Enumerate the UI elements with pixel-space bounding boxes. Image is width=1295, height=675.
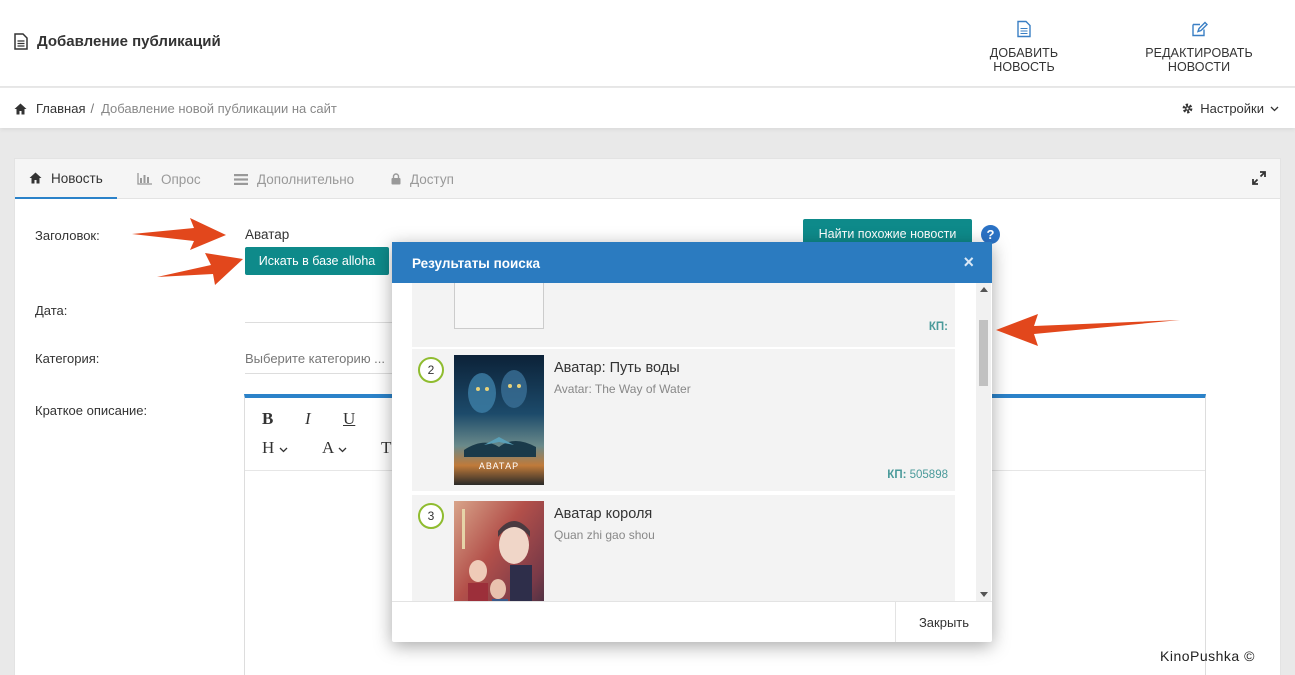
watermark: KinoPushka © [1160,648,1255,664]
result-title: Аватар: Путь воды [554,360,680,376]
expand-icon[interactable] [1252,171,1266,185]
gear-icon [1182,103,1193,114]
results-scrollbar[interactable] [976,283,991,601]
title-input[interactable]: Аватар [245,227,289,242]
bar-chart-icon [137,173,152,185]
tab-access-label: Доступ [410,171,454,187]
breadcrumb-home[interactable]: Главная [36,101,85,116]
kp-label: КП: [928,321,948,333]
add-news-button[interactable]: ДОБАВИТЬ НОВОСТЬ [958,20,1090,74]
add-news-label: ДОБАВИТЬ НОВОСТЬ [989,46,1059,74]
breadcrumb-bar: Главная / Добавление новой публикации на… [0,88,1295,128]
top-header: Добавление публикаций ДОБАВИТЬ НОВОСТЬ Р… [0,0,1295,87]
poster-avatar-way-of-water: АВАТАР [454,355,544,485]
document-icon [14,33,28,50]
result-item[interactable]: КП: [412,283,955,347]
category-label: Категория: [35,351,100,366]
tab-poll-label: Опрос [161,171,201,187]
bold-button[interactable]: B [262,409,273,429]
poster-avatar-king [454,501,544,601]
close-button[interactable]: Закрыть [895,602,992,642]
kp-value: 505898 [909,469,948,481]
scroll-down-arrow-icon[interactable] [980,592,988,597]
tab-extra-label: Дополнительно [257,171,355,187]
annotation-arrow-icon [996,314,1180,346]
scrollbar-thumb[interactable] [979,320,988,386]
date-input[interactable] [245,322,395,323]
search-alloha-button[interactable]: Искать в базе alloha [245,247,389,275]
kp-rating: КП: [929,321,948,333]
tab-news[interactable]: Новость [15,159,117,199]
modal-title: Результаты поиска [412,256,541,271]
underline-button[interactable]: U [343,409,355,429]
tab-bar: Новость Опрос Дополнительно Доступ [15,159,1280,199]
annotation-arrow-icon [157,253,243,285]
result-original-title: Avatar: The Way of Water [554,382,691,396]
italic-button[interactable]: I [305,409,311,429]
category-select[interactable]: Выберите категорию ... [245,351,385,366]
page-title: Добавление публикаций [14,33,221,50]
edit-news-label: РЕДАКТИРОВАТЬ НОВОСТИ [1145,46,1253,74]
kp-rating: КП: 505898 [887,469,948,481]
heading-label: H [262,438,275,457]
tab-news-label: Новость [51,170,103,186]
breadcrumb-current: Добавление новой публикации на сайт [101,101,337,116]
modal-header: Результаты поиска × [392,242,992,283]
heading-dropdown[interactable]: H [262,438,288,458]
edit-news-button[interactable]: РЕДАКТИРОВАТЬ НОВОСТИ [1113,20,1285,74]
modal-footer: Закрыть [392,601,992,642]
result-number-badge: 2 [418,357,444,383]
short-desc-label: Краткое описание: [35,403,148,418]
font-dropdown[interactable]: A [322,438,347,458]
chevron-down-icon [1270,106,1279,111]
tab-extra[interactable]: Дополнительно [220,159,368,199]
svg-text:АВАТАР: АВАТАР [479,461,519,471]
title-label: Заголовок: [35,228,100,243]
settings-dropdown[interactable]: Настройки [1181,101,1279,116]
edit-icon [1191,21,1208,37]
results-list: КП: 2 АВАТАР Аватар: Путь воды Avatar: T… [392,283,992,601]
scroll-up-arrow-icon[interactable] [980,287,988,292]
font-label: A [322,438,334,457]
result-title: Аватар короля [554,506,653,522]
category-underline [245,373,395,374]
text-format-button[interactable]: T [381,438,391,458]
breadcrumb: Главная / Добавление новой публикации на… [14,101,337,116]
chevron-down-icon [338,447,347,453]
tab-poll[interactable]: Опрос [123,159,215,199]
list-icon [234,173,248,185]
breadcrumb-separator: / [90,101,95,116]
result-original-title: Quan zhi gao shou [554,528,655,542]
modal-close-icon[interactable]: × [963,252,974,273]
lock-icon [391,173,401,185]
tab-access[interactable]: Доступ [377,159,468,199]
page-title-text: Добавление публикаций [37,33,221,50]
home-icon [14,103,27,114]
poster-placeholder [454,283,544,329]
result-number-badge: 3 [418,503,444,529]
date-label: Дата: [35,303,68,318]
file-icon [1017,20,1031,38]
settings-label: Настройки [1200,101,1264,116]
home-icon [29,172,42,184]
search-results-modal: Результаты поиска × КП: 2 АВАТАР Аватар:… [392,242,992,642]
kp-label: КП: [887,469,907,481]
result-item[interactable]: 2 АВАТАР Аватар: Путь воды Avatar: The W… [412,349,955,491]
chevron-down-icon [279,447,287,453]
result-item[interactable]: 3 Аватар короля Quan zhi gao shou [412,495,955,601]
